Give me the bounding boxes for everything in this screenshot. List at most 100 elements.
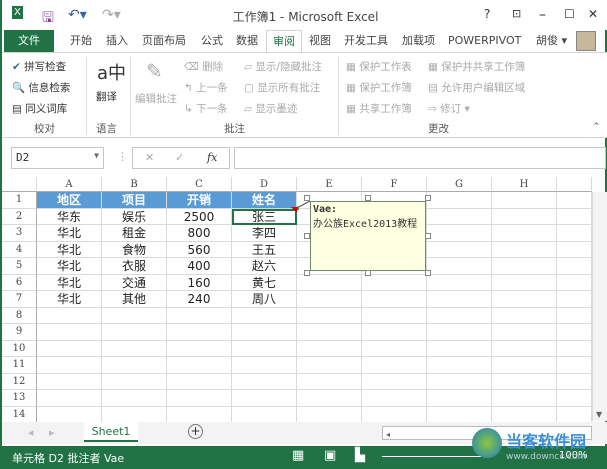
resize-handle[interactable] [304, 270, 310, 276]
empty-cell[interactable] [427, 324, 492, 341]
cell-A3[interactable]: 华北 [37, 225, 102, 242]
cell-C2[interactable]: 2500 [167, 208, 232, 225]
empty-cell[interactable] [232, 340, 297, 357]
empty-cell[interactable] [102, 324, 167, 341]
empty-cell[interactable] [557, 340, 592, 357]
empty-cell[interactable] [427, 241, 492, 258]
empty-cell[interactable] [492, 357, 557, 374]
tab-page-layout[interactable]: 页面布局 [136, 30, 192, 52]
maximize-button[interactable]: ☐ [564, 7, 575, 21]
empty-cell[interactable] [297, 324, 362, 341]
empty-cell[interactable] [167, 340, 232, 357]
empty-cell[interactable] [362, 340, 427, 357]
empty-cell[interactable] [297, 274, 362, 291]
empty-cell[interactable] [362, 274, 427, 291]
column-header-E[interactable]: E [297, 177, 362, 192]
sheet-tab-sheet1[interactable]: Sheet1 [84, 422, 138, 442]
cell-B5[interactable]: 衣服 [102, 258, 167, 275]
empty-cell[interactable] [557, 406, 592, 423]
empty-cell[interactable] [557, 357, 592, 374]
empty-cell[interactable] [37, 390, 102, 407]
scroll-left-icon[interactable]: ◂ [383, 430, 390, 439]
row-header-12[interactable]: 12 [2, 373, 37, 390]
next-sheet-icon[interactable]: ▸ [49, 426, 55, 439]
empty-cell[interactable] [102, 357, 167, 374]
show-all-comments-button[interactable]: ▢ 显示所有批注 [244, 80, 320, 95]
cancel-button[interactable]: ✕ [145, 151, 154, 164]
tab-review[interactable]: 审阅 [266, 30, 302, 52]
resize-handle[interactable] [425, 195, 431, 201]
resize-handle[interactable] [365, 270, 371, 276]
cell-A6[interactable]: 华北 [37, 274, 102, 291]
empty-cell[interactable] [427, 225, 492, 242]
next-comment-button[interactable]: ↳ 下一条 [184, 101, 228, 116]
empty-cell[interactable] [427, 373, 492, 390]
empty-cell[interactable] [232, 307, 297, 324]
empty-cell[interactable] [557, 390, 592, 407]
cell-D7[interactable]: 周八 [232, 291, 297, 308]
empty-cell[interactable] [37, 324, 102, 341]
page-break-view-icon[interactable]: ▙ [355, 448, 365, 463]
cell-D6[interactable]: 黄七 [232, 274, 297, 291]
ribbon-display-icon[interactable]: ⊡ [512, 7, 521, 20]
empty-cell[interactable] [427, 390, 492, 407]
empty-cell[interactable] [557, 208, 592, 225]
cell-A4[interactable]: 华北 [37, 241, 102, 258]
column-header-H[interactable]: H [492, 177, 557, 192]
row-header-8[interactable]: 8 [2, 307, 37, 324]
enter-button[interactable]: ✓ [175, 151, 184, 164]
column-header-B[interactable]: B [102, 177, 167, 192]
cell-B6[interactable]: 交通 [102, 274, 167, 291]
empty-cell[interactable] [232, 357, 297, 374]
avatar[interactable] [576, 31, 596, 51]
empty-cell[interactable] [427, 307, 492, 324]
row-header-7[interactable]: 7 [2, 291, 37, 308]
cell-A5[interactable]: 华北 [37, 258, 102, 275]
protect-workbook-button[interactable]: ▦ 保护工作簿 [346, 80, 412, 95]
empty-cell[interactable] [297, 390, 362, 407]
empty-cell[interactable] [297, 406, 362, 423]
cell-A7[interactable]: 华北 [37, 291, 102, 308]
page-layout-view-icon[interactable]: ▣ [324, 448, 336, 463]
select-all-corner[interactable] [2, 177, 37, 192]
empty-cell[interactable] [492, 406, 557, 423]
cell-C5[interactable]: 400 [167, 258, 232, 275]
column-header-C[interactable]: C [167, 177, 232, 192]
share-workbook-button[interactable]: ▦ 共享工作簿 [346, 101, 412, 116]
row-header-13[interactable]: 13 [2, 390, 37, 407]
translate-button[interactable]: 翻译 [96, 89, 117, 104]
row-header-14[interactable]: 14 [2, 406, 37, 423]
empty-cell[interactable] [232, 373, 297, 390]
empty-cell[interactable] [492, 225, 557, 242]
empty-cell[interactable] [102, 406, 167, 423]
empty-cell[interactable] [427, 357, 492, 374]
cell-C7[interactable]: 240 [167, 291, 232, 308]
column-header-F[interactable]: F [362, 177, 427, 192]
empty-cell[interactable] [362, 291, 427, 308]
empty-cell[interactable] [362, 307, 427, 324]
empty-cell[interactable] [557, 258, 592, 275]
row-header-4[interactable]: 4 [2, 241, 37, 258]
research-button[interactable]: 🔍 信息检索 [12, 80, 70, 95]
empty-cell[interactable] [232, 324, 297, 341]
empty-cell[interactable] [167, 390, 232, 407]
empty-cell[interactable] [427, 258, 492, 275]
tab-addins[interactable]: 加载项 [396, 30, 441, 52]
tab-view[interactable]: 视图 [303, 30, 337, 52]
empty-cell[interactable] [492, 258, 557, 275]
prev-sheet-icon[interactable]: ◂ [28, 426, 34, 439]
empty-cell[interactable] [232, 406, 297, 423]
resize-handle[interactable] [304, 195, 310, 201]
row-header-9[interactable]: 9 [2, 324, 37, 341]
protect-share-workbook-button[interactable]: ▦ 保护并共享工作簿 [428, 59, 525, 74]
empty-cell[interactable] [492, 291, 557, 308]
tab-developer[interactable]: 开发工具 [338, 30, 394, 52]
empty-cell[interactable] [362, 373, 427, 390]
cell-D4[interactable]: 王五 [232, 241, 297, 258]
empty-cell[interactable] [37, 373, 102, 390]
cell-B1[interactable]: 项目 [102, 192, 167, 209]
delete-comment-button[interactable]: ⌫ 删除 [184, 59, 223, 74]
empty-cell[interactable] [557, 324, 592, 341]
empty-cell[interactable] [297, 307, 362, 324]
empty-cell[interactable] [557, 373, 592, 390]
